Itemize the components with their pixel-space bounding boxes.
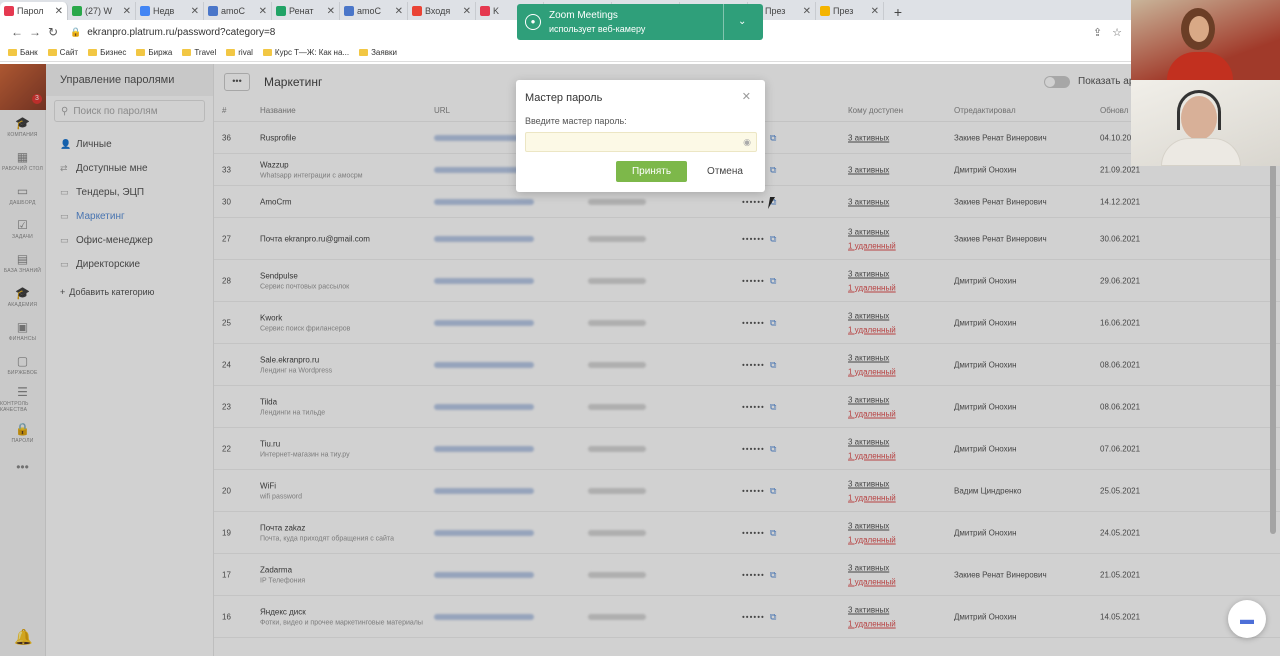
close-icon[interactable]: ✕ xyxy=(327,6,335,17)
participant-shirt xyxy=(1167,52,1233,80)
accept-button[interactable]: Принять xyxy=(616,161,687,182)
folder-icon xyxy=(359,49,369,56)
favicon-icon xyxy=(820,6,830,16)
lock-icon: 🔒 xyxy=(70,26,82,37)
tab-label: amoC xyxy=(221,6,246,16)
tab-label: През xyxy=(765,6,786,16)
browser-tab[interactable]: amoC ✕ xyxy=(204,2,272,20)
tab-label: През xyxy=(833,6,854,16)
bookmark-item[interactable]: Travel xyxy=(182,48,216,57)
browser-tab[interactable]: Ренат ✕ xyxy=(272,2,340,20)
zoom-subtitle: использует веб-камеру xyxy=(549,24,646,34)
favicon-icon xyxy=(480,6,490,16)
share-icon[interactable]: ⇪ xyxy=(1093,26,1102,39)
browser-tab[interactable]: Входя ✕ xyxy=(408,2,476,20)
address-actions: ⇪ ☆ xyxy=(1093,26,1122,39)
close-icon[interactable]: ✕ xyxy=(871,6,879,17)
eye-icon[interactable]: ◉ xyxy=(743,137,751,148)
video-participant-2 xyxy=(1131,80,1280,166)
bookmark-label: Биржа xyxy=(148,48,173,57)
favicon-icon xyxy=(412,6,422,16)
favicon-icon xyxy=(344,6,354,16)
reload-icon[interactable]: ↻ xyxy=(44,25,62,39)
chevron-down-icon[interactable]: ⌄ xyxy=(738,16,746,27)
close-icon[interactable]: ✕ xyxy=(259,6,267,17)
folder-icon xyxy=(88,49,98,56)
bookmark-label: Travel xyxy=(194,48,217,57)
tab-label: Входя xyxy=(425,6,451,16)
url-text: ekranpro.platrum.ru/password?category=8 xyxy=(87,26,276,38)
folder-icon xyxy=(226,49,236,56)
bookmark-label: Банк xyxy=(20,48,38,57)
video-participant-1 xyxy=(1131,0,1280,80)
close-icon[interactable]: ✕ xyxy=(803,6,811,17)
zoom-title: Zoom Meetings xyxy=(549,10,618,21)
bookmark-label: Курс Т—Ж: Как на... xyxy=(274,48,350,57)
favicon-icon xyxy=(72,6,82,16)
webcam-icon: ● xyxy=(525,14,541,30)
new-tab-icon[interactable]: + xyxy=(888,4,908,20)
master-password-input[interactable] xyxy=(525,132,757,152)
bookmarks-bar: Банк Сайт Бизнес Биржа Travel rival Курс Т—Ж: … xyxy=(0,44,1280,62)
close-icon[interactable]: ✕ xyxy=(191,6,199,17)
zoom-separator xyxy=(723,4,724,40)
favicon-icon xyxy=(276,6,286,16)
tab-label: Недв xyxy=(153,6,175,16)
chat-icon[interactable]: ▬ xyxy=(1228,600,1266,638)
dialog-title: Мастер пароль xyxy=(525,92,603,104)
bookmark-item[interactable]: Курс Т—Ж: Как на... xyxy=(262,48,350,57)
browser-tab[interactable]: (27) W ✕ xyxy=(68,2,136,20)
tab-label: Ренат xyxy=(289,6,314,16)
browser-tab[interactable]: Недв ✕ xyxy=(136,2,204,20)
forward-icon[interactable]: → xyxy=(26,25,44,39)
bookmark-item[interactable]: Биржа xyxy=(136,48,172,57)
bookmark-item[interactable]: Заявки xyxy=(359,48,397,57)
headphones-icon xyxy=(1177,90,1221,130)
tab-label: Парол xyxy=(17,6,44,16)
favicon-icon xyxy=(208,6,218,16)
favicon-icon xyxy=(4,6,14,16)
close-icon[interactable]: ✕ xyxy=(55,6,63,17)
folder-icon xyxy=(262,49,272,56)
master-password-dialog: Мастер пароль ✕ Введите мастер пароль: ◉… xyxy=(516,80,765,192)
bookmark-item[interactable]: rival xyxy=(226,48,253,57)
bookmark-item[interactable]: Бизнес xyxy=(88,48,126,57)
participant-face xyxy=(1189,16,1209,42)
favicon-icon xyxy=(140,6,150,16)
close-icon[interactable]: ✕ xyxy=(742,90,751,103)
bookmark-label: rival xyxy=(238,48,253,57)
cancel-button[interactable]: Отмена xyxy=(698,161,752,182)
browser-tab[interactable]: През ✕ xyxy=(816,2,884,20)
browser-tab[interactable]: amoC ✕ xyxy=(340,2,408,20)
folder-icon xyxy=(136,49,146,56)
bookmark-label: Сайт xyxy=(59,48,79,57)
bookmark-item[interactable]: Банк xyxy=(8,48,38,57)
star-icon[interactable]: ☆ xyxy=(1112,26,1122,39)
master-password-label: Введите мастер пароль: xyxy=(525,116,627,126)
folder-icon xyxy=(47,49,57,56)
participant-body xyxy=(1161,138,1241,166)
close-icon[interactable]: ✕ xyxy=(123,6,131,17)
folder-icon xyxy=(182,49,192,56)
zoom-notification[interactable]: ● Zoom Meetings использует веб-камеру ⌄ xyxy=(517,4,763,40)
bookmark-label: Бизнес xyxy=(100,48,127,57)
folder-icon xyxy=(8,49,17,56)
browser-tab[interactable]: Парол ✕ xyxy=(0,2,68,20)
tab-label: amoC xyxy=(357,6,382,16)
close-icon[interactable]: ✕ xyxy=(463,6,471,17)
close-icon[interactable]: ✕ xyxy=(395,6,403,17)
tab-label: (27) W xyxy=(85,6,112,16)
bookmark-label: Заявки xyxy=(371,48,397,57)
back-icon[interactable]: ← xyxy=(8,25,26,39)
bookmark-item[interactable]: Сайт xyxy=(47,48,79,57)
